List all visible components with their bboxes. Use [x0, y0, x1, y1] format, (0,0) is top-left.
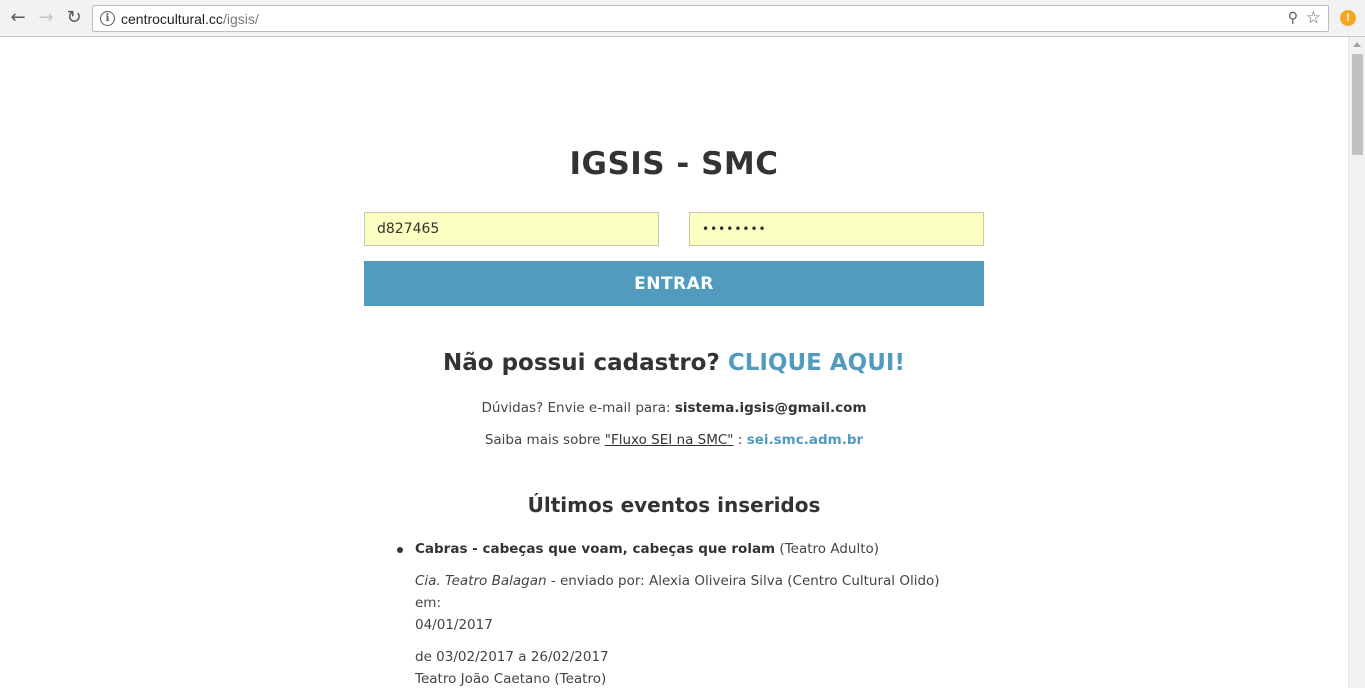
url-path: /igsis/	[222, 11, 259, 27]
scroll-up-arrow-icon[interactable]	[1353, 42, 1361, 47]
reload-icon[interactable]: ↻	[62, 6, 86, 30]
event-heading: Cabras - cabeças que voam, cabeças que r…	[397, 538, 967, 560]
info-icon[interactable]: i	[100, 11, 115, 26]
bullet-icon	[397, 547, 403, 553]
list-item: Cabras - cabeças que voam, cabeças que r…	[397, 538, 967, 688]
star-icon[interactable]: ☆	[1306, 8, 1321, 28]
alert-icon[interactable]: !	[1340, 10, 1356, 26]
sei-separator: :	[737, 432, 743, 448]
key-icon[interactable]: ⚲	[1288, 10, 1298, 26]
event-sender: Cia. Teatro Balagan - enviado por: Alexi…	[397, 570, 967, 636]
url-text[interactable]: centrocultural.cc/igsis/	[121, 11, 259, 27]
login-button[interactable]: ENTRAR	[364, 261, 984, 306]
support-email-prefix: Dúvidas? Envie e-mail para:	[481, 400, 671, 416]
browser-toolbar: ← → ↻ i centrocultural.cc/igsis/ ⚲ ☆ !	[0, 0, 1365, 37]
event-period: de 03/02/2017 a 26/02/2017	[415, 649, 609, 665]
signup-link[interactable]: CLIQUE AQUI!	[728, 350, 905, 376]
signup-question: Não possui cadastro?	[443, 350, 720, 376]
password-field[interactable]	[689, 212, 984, 246]
url-host: centrocultural.cc	[121, 11, 223, 27]
address-bar[interactable]: i centrocultural.cc/igsis/ ⚲ ☆	[92, 5, 1329, 32]
latest-events-title: Últimos eventos inseridos	[527, 493, 821, 517]
page-scrollbar[interactable]	[1348, 37, 1365, 688]
page-content: IGSIS - SMC ENTRAR Não possui cadastro? …	[0, 38, 1348, 688]
sei-prefix: Saiba mais sobre	[484, 432, 601, 448]
forward-arrow-icon[interactable]: →	[34, 6, 58, 30]
sei-site-link[interactable]: sei.smc.adm.br	[747, 432, 863, 448]
event-schedule: de 03/02/2017 a 26/02/2017 Teatro João C…	[397, 646, 967, 688]
event-sent-date: 04/01/2017	[415, 617, 493, 633]
event-venue: Teatro João Caetano (Teatro)	[415, 671, 607, 687]
username-field[interactable]	[364, 212, 659, 246]
sei-info-line: Saiba mais sobre "Fluxo SEI na SMC" : se…	[364, 432, 984, 448]
sei-flow-link[interactable]: "Fluxo SEI na SMC"	[605, 432, 734, 448]
event-name: Cabras - cabeças que voam, cabeças que r…	[415, 541, 776, 557]
support-email-line: Dúvidas? Envie e-mail para: sistema.igsi…	[364, 400, 984, 416]
page-title: IGSIS - SMC	[569, 146, 779, 182]
back-arrow-icon[interactable]: ←	[6, 6, 30, 30]
event-category: (Teatro Adulto)	[779, 541, 880, 557]
signup-prompt: Não possui cadastro? CLIQUE AQUI!	[364, 350, 984, 376]
support-email: sistema.igsis@gmail.com	[674, 400, 867, 416]
scroll-thumb[interactable]	[1352, 54, 1363, 155]
event-company: Cia. Teatro Balagan	[415, 573, 547, 589]
